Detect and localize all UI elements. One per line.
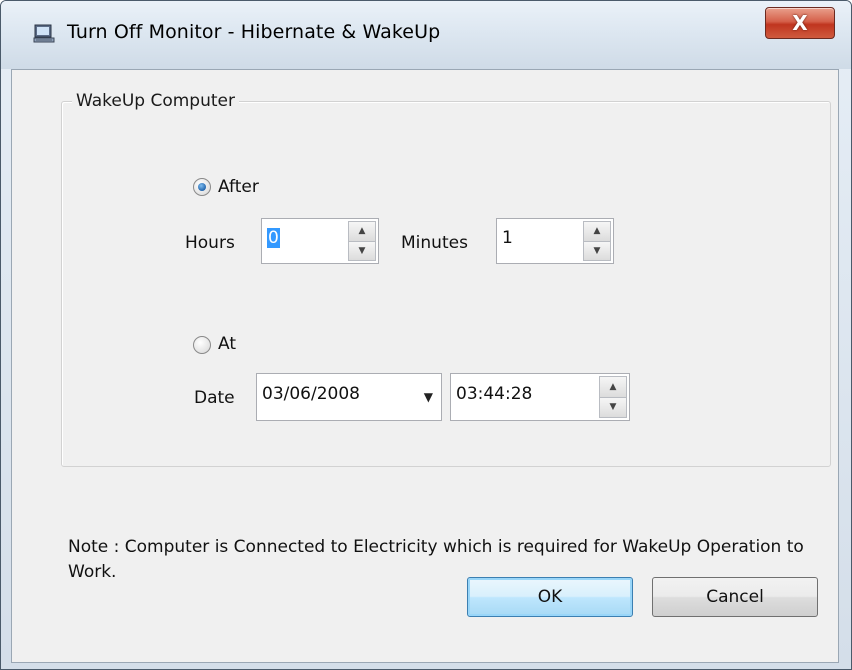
minutes-label: Minutes xyxy=(401,233,468,253)
title-bar[interactable]: Turn Off Monitor - Hibernate & WakeUp X xyxy=(1,1,851,69)
arrow-down-icon[interactable]: ▼ xyxy=(583,241,611,261)
time-input[interactable]: 03:44:28 xyxy=(456,384,532,404)
arrow-down-icon[interactable]: ▼ xyxy=(348,241,376,261)
hours-input[interactable]: 0 xyxy=(267,228,280,248)
ok-button[interactable]: OK xyxy=(467,577,633,617)
after-label: After xyxy=(218,177,259,197)
close-button[interactable]: X xyxy=(765,7,835,39)
chevron-down-icon[interactable]: ▼ xyxy=(424,390,433,404)
arrow-down-icon[interactable]: ▼ xyxy=(599,397,627,418)
hours-spinner[interactable]: 0 ▲ ▼ xyxy=(261,218,379,264)
monitor-icon xyxy=(33,23,55,45)
close-icon: X xyxy=(792,11,808,35)
cancel-button[interactable]: Cancel xyxy=(652,577,818,617)
wakeup-groupbox xyxy=(61,101,831,467)
time-spinner[interactable]: 03:44:28 ▲ ▼ xyxy=(450,373,630,421)
at-radio[interactable] xyxy=(193,336,211,354)
at-label: At xyxy=(218,334,236,354)
dialog-window: Turn Off Monitor - Hibernate & WakeUp X … xyxy=(0,0,852,670)
after-radio[interactable] xyxy=(193,178,211,196)
date-picker[interactable]: 03/06/2008 ▼ xyxy=(256,373,442,421)
arrow-up-icon[interactable]: ▲ xyxy=(599,376,627,398)
arrow-up-icon[interactable]: ▲ xyxy=(348,221,376,242)
hours-label: Hours xyxy=(185,233,235,253)
groupbox-legend: WakeUp Computer xyxy=(72,91,239,111)
minutes-spinner[interactable]: 1 ▲ ▼ xyxy=(496,218,614,264)
date-label: Date xyxy=(194,388,235,408)
arrow-up-icon[interactable]: ▲ xyxy=(583,221,611,242)
minutes-input[interactable]: 1 xyxy=(502,228,513,248)
window-title: Turn Off Monitor - Hibernate & WakeUp xyxy=(67,21,441,43)
dialog-client-area: WakeUp Computer After Hours 0 ▲ ▼ Minute… xyxy=(11,69,839,663)
date-value: 03/06/2008 xyxy=(262,384,360,404)
